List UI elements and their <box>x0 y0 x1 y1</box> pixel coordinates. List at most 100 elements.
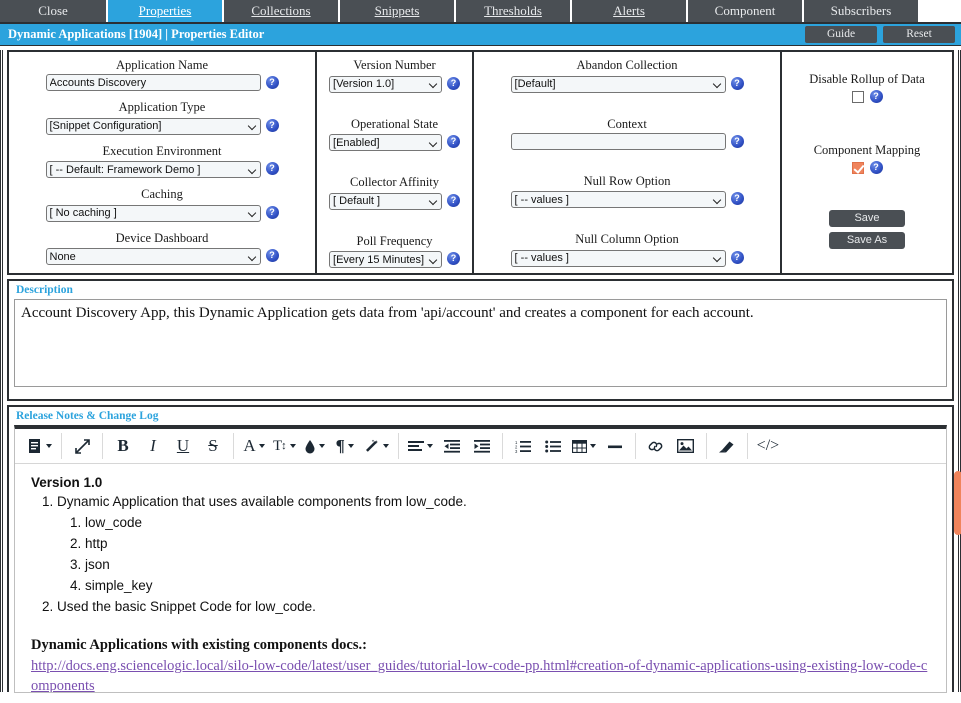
save-button[interactable]: Save <box>829 210 906 227</box>
null-row-option-select[interactable] <box>510 191 726 208</box>
insert-table-button[interactable] <box>568 433 600 459</box>
chevron-down-icon <box>426 444 433 448</box>
collector-affinity-select[interactable] <box>329 192 443 210</box>
application-type-select[interactable] <box>45 117 261 135</box>
help-icon[interactable]: ? <box>265 162 279 176</box>
guide-button[interactable]: Guide <box>805 26 877 43</box>
field-disable-rollup: Disable Rollup of Data ? <box>790 72 944 103</box>
version-number-select[interactable] <box>329 75 443 93</box>
tab-subscribers[interactable]: Subscribers <box>804 0 918 22</box>
field-abandon-collection: Abandon Collection ? <box>482 58 772 93</box>
align-button[interactable] <box>404 433 437 459</box>
help-icon[interactable]: ? <box>447 135 461 149</box>
tab-alerts-label: Alerts <box>613 3 645 18</box>
indent-button[interactable] <box>467 433 497 459</box>
outdent-button[interactable] <box>437 433 467 459</box>
field-version-number: Version Number ? <box>325 58 464 93</box>
toolbar-group-format <box>19 433 62 459</box>
caching-select[interactable] <box>45 204 261 222</box>
help-icon[interactable]: ? <box>730 250 744 264</box>
release-notes-panel: Release Notes & Change Log B I U S A T ↕… <box>7 405 961 693</box>
help-icon[interactable]: ? <box>265 76 279 89</box>
description-textarea[interactable] <box>14 299 947 387</box>
underline-button[interactable]: U <box>168 433 198 459</box>
help-icon[interactable]: ? <box>265 118 279 132</box>
ordered-list-button[interactable]: 123 <box>508 433 538 459</box>
release-notes-list: Dynamic Application that uses available … <box>31 492 930 617</box>
help-icon[interactable]: ? <box>730 192 744 206</box>
svg-text:3: 3 <box>515 449 518 453</box>
device-dashboard-select[interactable] <box>45 248 261 265</box>
context-input[interactable] <box>510 132 726 150</box>
chevron-down-icon <box>347 444 354 448</box>
code-view-button[interactable]: </> <box>753 433 784 459</box>
editor-scrollbar[interactable] <box>954 465 961 697</box>
insert-image-button[interactable] <box>671 433 701 459</box>
strikethrough-button[interactable]: S <box>198 433 228 459</box>
help-icon[interactable]: ? <box>447 193 461 207</box>
toolbar-group-insert <box>636 433 707 459</box>
chevron-down-icon <box>258 444 265 448</box>
help-icon[interactable]: ? <box>447 252 461 266</box>
execution-environment-select[interactable] <box>45 161 261 178</box>
help-icon[interactable]: ? <box>869 90 883 103</box>
help-icon[interactable]: ? <box>730 76 744 90</box>
form-column-1: Application Name ? Application Type ? Ex… <box>9 52 317 273</box>
field-context: Context ? <box>482 117 772 150</box>
reset-button[interactable]: Reset <box>883 26 955 43</box>
help-icon[interactable]: ? <box>730 134 744 148</box>
editor-scrollbar-thumb[interactable] <box>954 471 961 535</box>
caching-label: Caching <box>141 187 183 201</box>
tab-subscribers-label: Subscribers <box>830 3 892 18</box>
help-icon[interactable]: ? <box>447 76 461 90</box>
unordered-list-button[interactable] <box>538 433 568 459</box>
poll-frequency-select[interactable] <box>329 251 443 268</box>
page-title-bar: Dynamic Applications [1904] | Properties… <box>0 22 961 46</box>
fullscreen-button[interactable] <box>67 433 97 459</box>
application-name-input[interactable] <box>45 74 261 91</box>
tab-component[interactable]: Component <box>688 0 804 22</box>
disable-rollup-checkbox[interactable] <box>851 90 864 103</box>
docs-link[interactable]: http://docs.eng.sciencelogic.local/silo-… <box>31 656 930 692</box>
text-color-button[interactable] <box>300 433 330 459</box>
save-as-button[interactable]: Save As <box>829 232 906 249</box>
help-icon[interactable]: ? <box>265 249 279 263</box>
toolbar-group-basic-style: B I U S <box>103 433 234 459</box>
application-type-label: Application Type <box>118 100 206 114</box>
help-icon[interactable]: ? <box>869 161 883 174</box>
list-item: json <box>85 555 930 575</box>
help-icon[interactable]: ? <box>265 205 279 219</box>
italic-button[interactable]: I <box>138 433 168 459</box>
tab-thresholds[interactable]: Thresholds <box>456 0 572 22</box>
paragraph-format-button[interactable] <box>24 433 56 459</box>
operational-state-select[interactable] <box>329 134 443 151</box>
list-item: Used the basic Snippet Code for low_code… <box>57 597 930 617</box>
paragraph-style-button[interactable]: ¶ <box>330 433 360 459</box>
component-mapping-checkbox[interactable] <box>851 161 864 174</box>
insert-link-button[interactable] <box>641 433 671 459</box>
version-number-label: Version Number <box>353 58 436 72</box>
tab-alerts[interactable]: Alerts <box>572 0 688 22</box>
release-notes-content[interactable]: Version 1.0 Dynamic Application that use… <box>15 465 946 692</box>
horizontal-rule-button[interactable] <box>600 433 630 459</box>
page-body: Application Name ? Application Type ? Ex… <box>0 50 961 693</box>
font-size-button[interactable]: T ↕ <box>269 433 300 459</box>
null-row-option-label: Null Row Option <box>583 173 671 188</box>
font-family-button[interactable]: A <box>239 433 269 459</box>
toolbar-group-fullscreen <box>62 433 103 459</box>
tab-properties[interactable]: Properties <box>108 0 224 22</box>
clear-format-button[interactable] <box>712 433 742 459</box>
tab-snippets[interactable]: Snippets <box>340 0 456 22</box>
tab-collections[interactable]: Collections <box>224 0 340 22</box>
bold-button[interactable]: B <box>108 433 138 459</box>
inline-style-button[interactable] <box>360 433 393 459</box>
null-column-option-select[interactable] <box>510 249 726 267</box>
tab-bar: Close Properties Collections Snippets Th… <box>0 0 961 22</box>
abandon-collection-select[interactable] <box>510 75 726 93</box>
null-column-option-label: Null Column Option <box>575 232 679 246</box>
tab-bar-filler <box>918 0 961 22</box>
tab-close[interactable]: Close <box>0 0 108 22</box>
toolbar-group-typography: A T ↕ ¶ <box>234 433 399 459</box>
form-column-2: Version Number ? Operational State ? Col… <box>317 52 475 273</box>
execution-environment-label: Execution Environment <box>102 143 222 158</box>
